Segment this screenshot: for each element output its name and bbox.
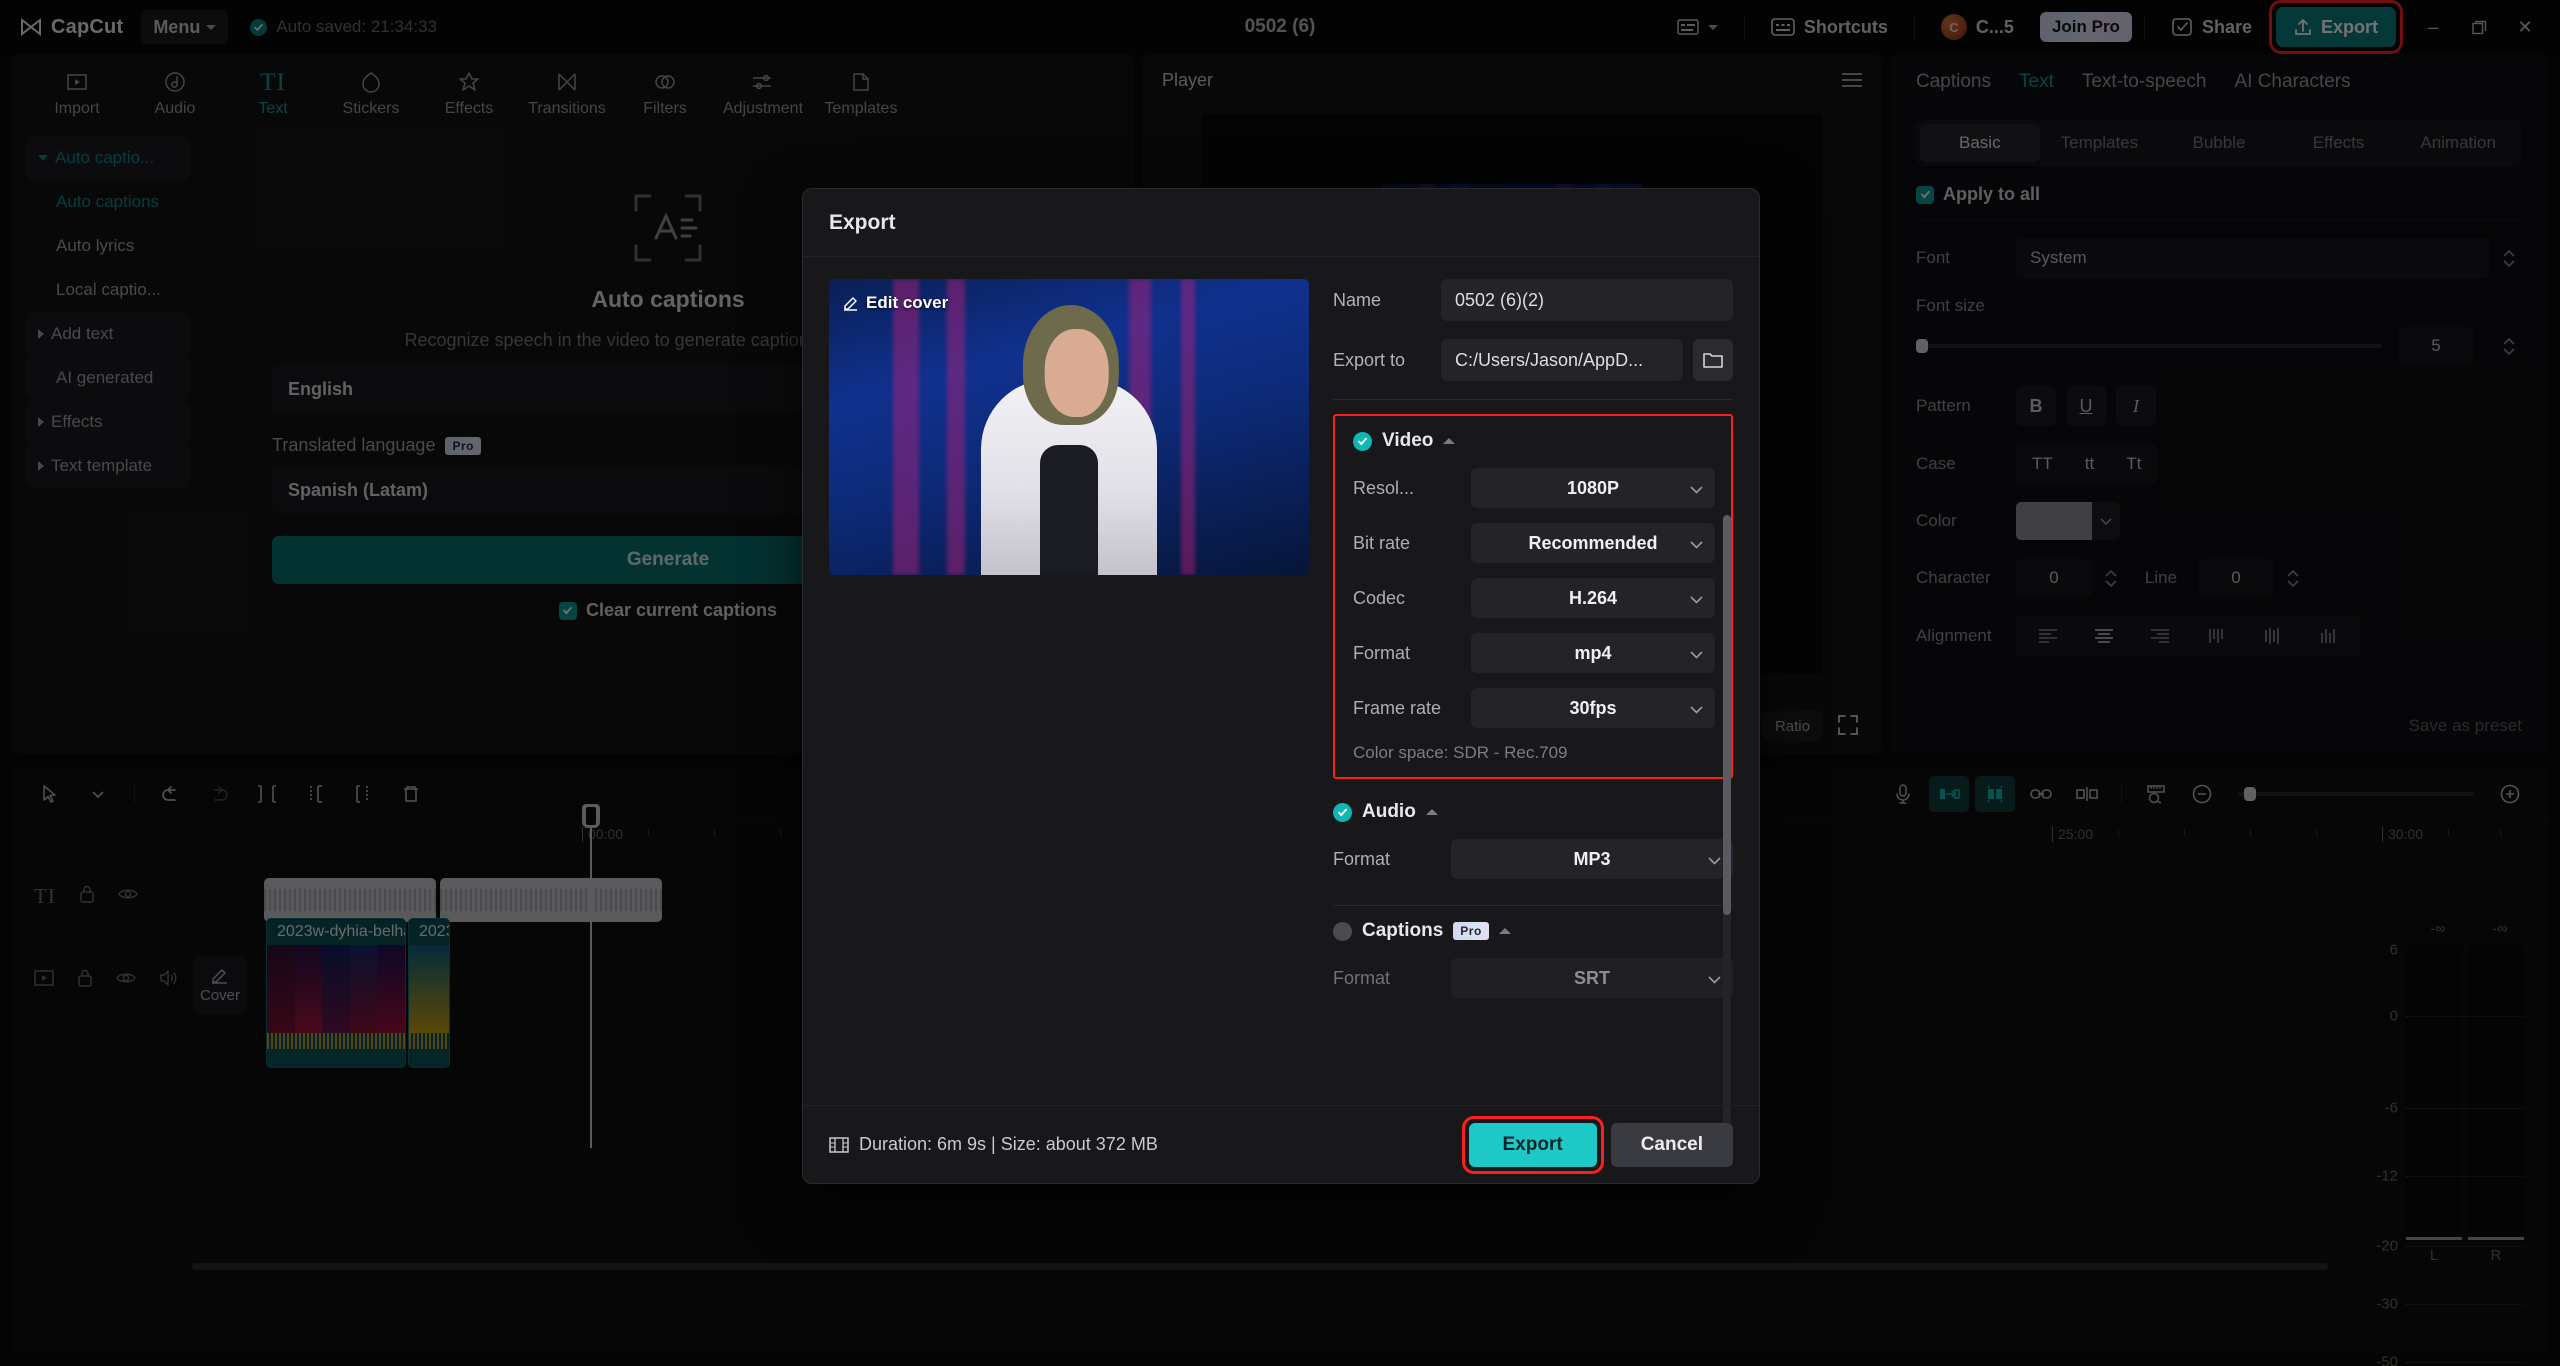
video-format-value: mp4 xyxy=(1574,643,1611,664)
export-settings-scrollbar[interactable] xyxy=(1723,515,1731,1155)
export-confirm-button[interactable]: Export xyxy=(1469,1123,1597,1167)
export-dialog: Export Edit cover Name 0502 (6)( xyxy=(802,188,1760,1184)
audio-format-label: Format xyxy=(1333,849,1451,870)
captions-format-label: Format xyxy=(1333,968,1451,989)
chevron-down-icon xyxy=(1708,849,1721,870)
video-settings-highlight: Video Resol... 1080P Bit rate xyxy=(1333,414,1733,779)
cover-preview: Edit cover xyxy=(829,279,1309,575)
resolution-select[interactable]: 1080P xyxy=(1471,468,1715,508)
checkbox-unchecked-icon[interactable] xyxy=(1333,922,1352,941)
video-section-label: Video xyxy=(1382,430,1433,452)
audio-section-label: Audio xyxy=(1362,801,1416,823)
bitrate-row: Bit rate Recommended xyxy=(1353,523,1715,563)
video-section-header[interactable]: Video xyxy=(1353,430,1715,452)
export-to-label: Export to xyxy=(1333,350,1441,371)
chevron-down-icon xyxy=(1690,478,1703,499)
video-format-select[interactable]: mp4 xyxy=(1471,633,1715,673)
name-input[interactable]: 0502 (6)(2) xyxy=(1441,279,1733,321)
export-settings: Name 0502 (6)(2) Export to C:/Users/Jaso… xyxy=(1333,279,1733,1107)
format-row: Format mp4 xyxy=(1353,633,1715,673)
pro-badge: Pro xyxy=(1453,922,1489,940)
export-to-row: Export to C:/Users/Jason/AppD... xyxy=(1333,339,1733,381)
browse-folder-button[interactable] xyxy=(1693,339,1733,381)
framerate-value: 30fps xyxy=(1569,698,1616,719)
chevron-down-icon xyxy=(1708,968,1721,989)
divider xyxy=(1333,399,1733,400)
chevron-down-icon xyxy=(1690,698,1703,719)
bitrate-label: Bit rate xyxy=(1353,533,1471,554)
cover-subject-face xyxy=(1045,329,1109,417)
divider xyxy=(1333,905,1733,906)
codec-value: H.264 xyxy=(1569,588,1617,609)
edit-cover-button[interactable]: Edit cover xyxy=(843,293,948,313)
cancel-button[interactable]: Cancel xyxy=(1611,1123,1733,1167)
chevron-up-icon[interactable] xyxy=(1443,438,1455,444)
audio-section-header[interactable]: Audio xyxy=(1333,801,1733,823)
export-dialog-title: Export xyxy=(803,189,1759,257)
captions-section-label: Captions xyxy=(1362,920,1443,942)
export-confirm-highlight: Export xyxy=(1469,1123,1597,1167)
name-row: Name 0502 (6)(2) xyxy=(1333,279,1733,321)
chevron-down-icon xyxy=(1690,643,1703,664)
audio-format-row: Format MP3 xyxy=(1333,839,1733,879)
chevron-up-icon[interactable] xyxy=(1499,928,1511,934)
decor-stripe xyxy=(1181,279,1195,575)
export-dialog-body: Edit cover Name 0502 (6)(2) Export to C:… xyxy=(803,257,1759,1107)
cover-subject-torso xyxy=(1040,445,1098,575)
decor-stripe xyxy=(947,279,965,575)
bitrate-value: Recommended xyxy=(1528,533,1657,554)
checkbox-checked-icon[interactable] xyxy=(1333,803,1352,822)
resolution-value: 1080P xyxy=(1567,478,1619,499)
audio-format-value: MP3 xyxy=(1573,849,1610,870)
decor-stripe xyxy=(893,279,919,575)
captions-format-value: SRT xyxy=(1574,968,1610,989)
duration-text: Duration: 6m 9s | Size: about 372 MB xyxy=(859,1134,1158,1155)
framerate-select[interactable]: 30fps xyxy=(1471,688,1715,728)
resolution-row: Resol... 1080P xyxy=(1353,468,1715,508)
codec-select[interactable]: H.264 xyxy=(1471,578,1715,618)
export-dialog-footer: Duration: 6m 9s | Size: about 372 MB Exp… xyxy=(803,1105,1759,1183)
captions-format-select[interactable]: SRT xyxy=(1451,958,1733,998)
video-format-label: Format xyxy=(1353,643,1471,664)
edit-cover-label: Edit cover xyxy=(866,293,948,313)
checkbox-checked-icon[interactable] xyxy=(1353,432,1372,451)
edit-pencil-icon xyxy=(843,295,859,311)
codec-row: Codec H.264 xyxy=(1353,578,1715,618)
capcut-app-window: CapCut Menu Auto saved: 21:34:33 0502 (6… xyxy=(0,0,2560,1366)
name-label: Name xyxy=(1333,290,1441,311)
chevron-down-icon xyxy=(1690,533,1703,554)
color-space-text: Color space: SDR - Rec.709 xyxy=(1353,743,1715,763)
captions-format-row: Format SRT xyxy=(1333,958,1733,998)
framerate-label: Frame rate xyxy=(1353,698,1471,719)
resolution-label: Resol... xyxy=(1353,478,1471,499)
chevron-down-icon xyxy=(1690,588,1703,609)
bitrate-select[interactable]: Recommended xyxy=(1471,523,1715,563)
film-icon xyxy=(829,1136,849,1154)
footer-buttons: Export Cancel xyxy=(1469,1123,1734,1167)
duration-info: Duration: 6m 9s | Size: about 372 MB xyxy=(829,1134,1158,1155)
audio-format-select[interactable]: MP3 xyxy=(1451,839,1733,879)
chevron-up-icon[interactable] xyxy=(1426,809,1438,815)
folder-icon xyxy=(1702,351,1724,369)
framerate-row: Frame rate 30fps xyxy=(1353,688,1715,728)
export-to-input[interactable]: C:/Users/Jason/AppD... xyxy=(1441,339,1683,381)
codec-label: Codec xyxy=(1353,588,1471,609)
captions-section-header[interactable]: Captions Pro xyxy=(1333,920,1733,942)
scrollbar-thumb[interactable] xyxy=(1723,515,1731,915)
